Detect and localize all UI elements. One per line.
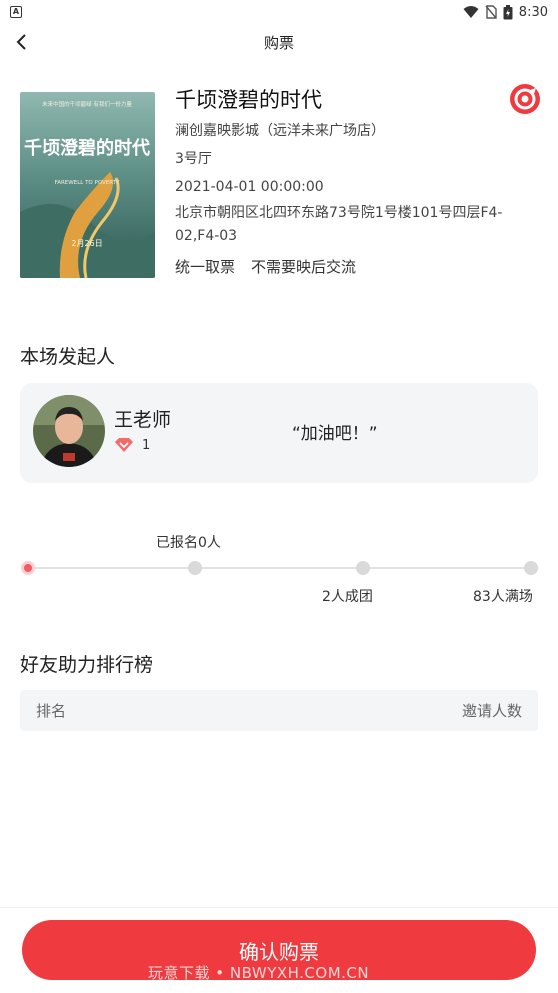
cinema-name: 澜创嘉映影城（远洋未来广场店）	[175, 123, 385, 139]
signed-count-label: 已报名0人	[156, 535, 221, 551]
ticket-tags: 统一取票 不需要映后交流	[175, 256, 540, 277]
bottom-action-bar: 确认购票 玩意下载 • NBWYXH.COM.CN	[0, 907, 558, 993]
show-datetime: 2021-04-01 00:00:00	[175, 179, 324, 195]
avatar[interactable]	[33, 395, 105, 467]
tag-post-show: 不需要映后交流	[251, 258, 357, 276]
column-rank: 排名	[36, 702, 67, 720]
sponsor-level: 1	[114, 437, 150, 453]
no-sim-icon	[485, 5, 497, 19]
level-value: 1	[142, 437, 151, 453]
chevron-left-icon	[16, 34, 26, 50]
status-bar: A 8:30	[0, 0, 558, 24]
progress-dot-current	[21, 561, 35, 575]
page-title: 购票	[263, 33, 294, 52]
ranking-table-header: 排名 邀请人数	[20, 690, 538, 731]
milestone-full-label: 83人满场	[473, 589, 533, 605]
milestone-group-label: 2人成团	[322, 589, 373, 605]
movie-details: 千顷澄碧的时代 澜创嘉映影城（远洋未来广场店） 3号厅 2021-04-01 0…	[175, 84, 540, 277]
poster-tagline: 未来中国的千顷碧绿 有我们一份力量	[42, 100, 132, 108]
avatar-image	[33, 395, 105, 467]
group-progress: 已报名0人 2人成团 83人满场	[20, 530, 540, 610]
battery-icon	[503, 4, 513, 19]
column-invites: 邀请人数	[461, 702, 522, 720]
nav-bar: 购票	[0, 24, 558, 60]
sponsor-section-title: 本场发起人	[20, 346, 116, 368]
progress-dot-group	[356, 561, 370, 575]
back-button[interactable]	[10, 30, 34, 54]
progress-dot-full	[524, 561, 538, 575]
confirm-purchase-button[interactable]: 确认购票	[22, 920, 536, 980]
poster-title: 千顷澄碧的时代	[24, 137, 150, 159]
poster-english: FAREWELL TO POVERTY	[55, 180, 121, 186]
progress-track	[28, 567, 532, 569]
movie-title: 千顷澄碧的时代	[175, 88, 322, 112]
poster-release: 2月26日	[71, 239, 102, 248]
wifi-icon	[463, 6, 479, 18]
status-icons: 8:30	[463, 4, 548, 20]
sponsor-card: 王老师 1 “加油吧！”	[20, 383, 538, 483]
progress-dot	[188, 561, 202, 575]
cinema-address: 北京市朝阳区北四环东路73号院1号楼101号四层F4-02,F4-03	[175, 205, 503, 244]
app-notification-icon: A	[10, 6, 22, 18]
movie-poster[interactable]: 未来中国的千顷碧绿 有我们一份力量 千顷澄碧的时代 FAREWELL TO PO…	[20, 92, 155, 278]
sponsor-quote: “加油吧！”	[292, 424, 378, 444]
poster-art: 未来中国的千顷碧绿 有我们一份力量 千顷澄碧的时代 FAREWELL TO PO…	[20, 92, 155, 278]
hall-name: 3号厅	[175, 151, 212, 167]
status-time: 8:30	[518, 4, 548, 20]
diamond-icon	[115, 438, 133, 452]
movie-info-section: 未来中国的千顷碧绿 有我们一份力量 千顷澄碧的时代 FAREWELL TO PO…	[20, 84, 540, 294]
tag-pickup: 统一取票	[175, 258, 236, 276]
sponsor-name: 王老师	[114, 409, 172, 431]
ranking-section-title: 好友助力排行榜	[20, 654, 154, 676]
brand-logo-icon	[510, 84, 540, 114]
